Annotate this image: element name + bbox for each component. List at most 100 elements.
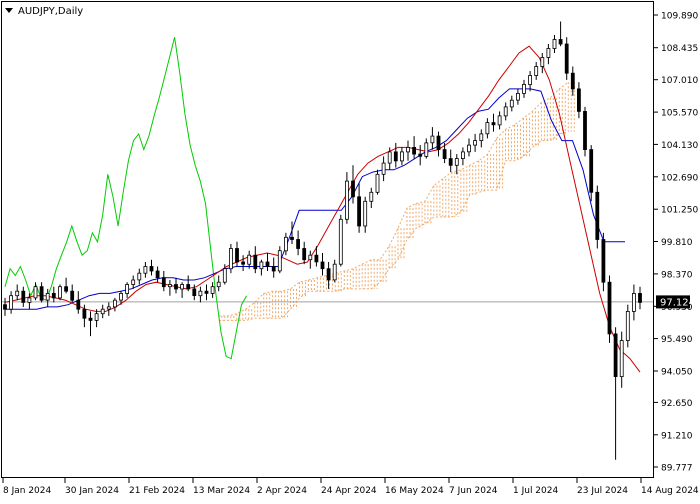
candle-body [564, 43, 569, 74]
candle-body [601, 239, 606, 283]
current-price-value: 97.124 [660, 297, 695, 308]
candle-body [216, 281, 221, 288]
candle-body [534, 66, 539, 76]
candle-body [113, 299, 117, 308]
candle-body [186, 284, 191, 290]
candle-body [88, 317, 93, 321]
candle-body [619, 340, 624, 378]
candle-body [3, 304, 7, 310]
candle-body [369, 191, 374, 202]
candle-body [161, 277, 166, 288]
y-tick-label: 92.650 [661, 399, 693, 409]
candle-body [570, 72, 575, 90]
candle-body [198, 290, 203, 297]
x-tick-label: 7 Jun 2024 [449, 486, 498, 496]
candle-body [296, 239, 301, 249]
candle-body [442, 149, 447, 160]
x-tick-label: 8 Jan 2024 [3, 486, 51, 496]
candle-body [528, 75, 532, 85]
candle-body [479, 133, 484, 141]
candle-body [406, 146, 410, 153]
candle-body [64, 286, 68, 292]
candle-body [27, 297, 32, 303]
candle-body [399, 151, 404, 162]
candle-body [308, 254, 313, 261]
candle-body [393, 151, 398, 162]
candle-body [540, 57, 545, 67]
y-tick-label: 91.210 [661, 431, 693, 441]
candle-body [33, 286, 38, 299]
x-tick-label: 30 Jan 2024 [65, 486, 119, 496]
y-tick-label: 98.370 [661, 270, 693, 280]
candle-body [448, 158, 453, 166]
candle-body [412, 146, 417, 155]
x-tick-label: 2 Apr 2024 [257, 486, 307, 496]
candle-body [94, 313, 99, 321]
candle-body [302, 248, 307, 261]
x-tick-label: 16 May 2024 [385, 486, 444, 496]
candle-body [589, 149, 594, 193]
candle-body [125, 284, 129, 294]
candle-body [418, 153, 423, 157]
candle-body [241, 261, 246, 265]
candle-body [338, 218, 343, 265]
candle-body [351, 180, 355, 198]
x-tick-label: 23 Jul 2024 [577, 486, 628, 496]
chart-window[interactable]: 109.890 108.435 107.010 105.570 104.130 102.6… [0, 0, 700, 500]
candle-body [522, 84, 526, 94]
y-tick-label: 109.890 [661, 12, 698, 22]
y-tick-label: 108.435 [661, 44, 698, 54]
y-tick-label: 101.250 [661, 206, 698, 216]
candle-body [119, 292, 123, 301]
price-axis[interactable]: 109.890 108.435 107.010 105.570 104.130 102.6… [654, 12, 698, 474]
candle-body [595, 191, 600, 240]
candle-body [320, 261, 325, 270]
candle-body [497, 115, 502, 126]
candle [583, 106, 587, 157]
candle-body [491, 122, 496, 126]
candle-body [174, 284, 178, 290]
candle-body [192, 288, 197, 296]
candle-body [344, 180, 349, 220]
y-tick-label: 107.010 [661, 76, 698, 86]
candle-body [143, 266, 148, 274]
y-tick-label: 105.570 [661, 109, 698, 119]
candle-body [235, 248, 239, 263]
y-tick-label: 99.810 [661, 238, 693, 248]
candle-body [149, 266, 154, 272]
candle-body [357, 196, 362, 227]
candle-body [509, 99, 514, 108]
candle-body [265, 261, 270, 267]
candle-body [277, 250, 282, 272]
candle-body [39, 286, 44, 301]
y-tick-label: 104.130 [661, 141, 698, 151]
current-price-label: 97.124 [656, 295, 695, 309]
x-tick-label: 14 Aug 2024 [641, 486, 699, 496]
candle-body [253, 254, 258, 270]
candle-body [632, 292, 636, 312]
candle-body [546, 48, 551, 58]
candle-body [271, 266, 276, 272]
candle-body [607, 281, 612, 335]
candle-body [100, 308, 105, 315]
candle-body [58, 286, 62, 299]
candle-body [155, 270, 160, 279]
price-chart[interactable]: 109.890 108.435 107.010 105.570 104.130 102.6… [0, 0, 700, 500]
candle [601, 232, 606, 292]
candle-body [210, 286, 215, 294]
candle-body [76, 299, 81, 310]
candle-body [70, 290, 75, 301]
candle-body [485, 122, 490, 135]
candle-body [222, 268, 227, 283]
candle-body [326, 268, 331, 281]
candle-body [9, 295, 14, 310]
candle-body [180, 284, 185, 290]
candle-body [558, 39, 563, 45]
candle-body [460, 151, 465, 159]
candle-body [583, 111, 587, 151]
candle-body [131, 279, 136, 285]
x-tick-label: 21 Feb 2024 [129, 486, 185, 496]
chart-background [0, 0, 700, 500]
candle-body [106, 306, 111, 310]
candle-body [228, 248, 233, 270]
